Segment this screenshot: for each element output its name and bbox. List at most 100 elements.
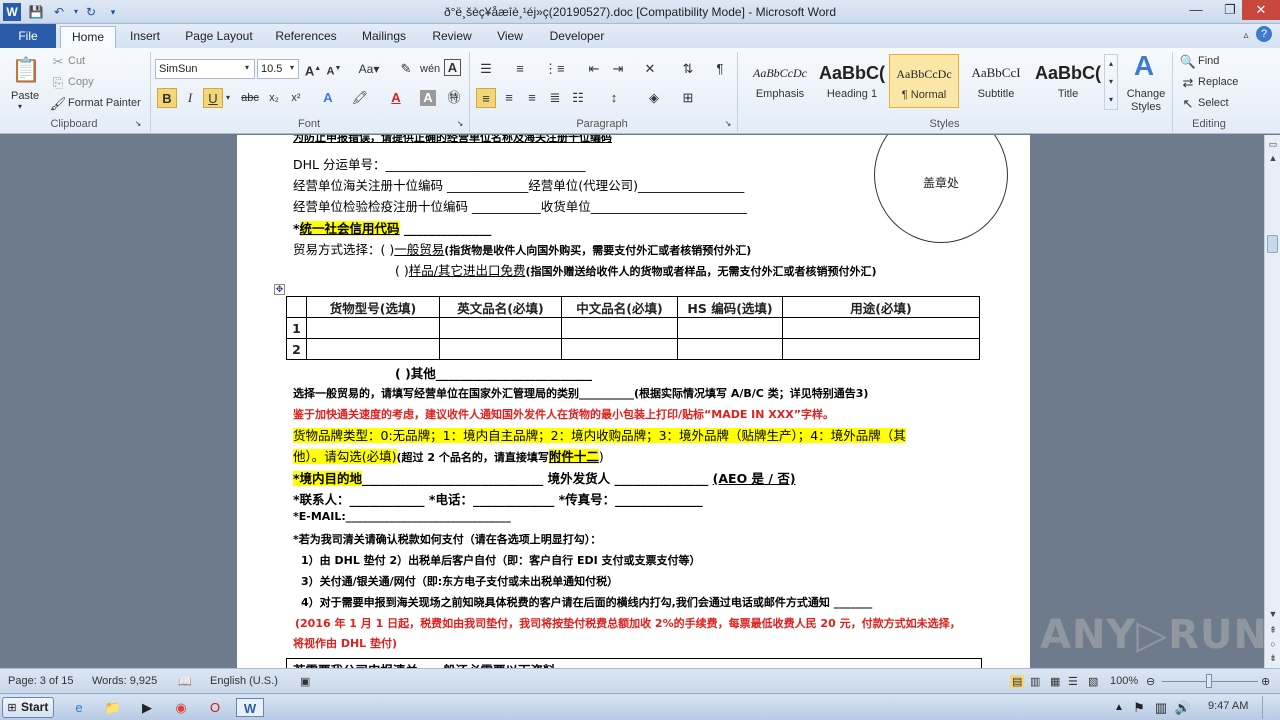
tray-expand-icon[interactable]: ▲ — [1108, 698, 1130, 717]
tab-references[interactable]: References — [270, 26, 342, 48]
table-cell[interactable] — [561, 317, 678, 339]
table-cell[interactable] — [677, 338, 783, 360]
draft-icon[interactable]: ▧ — [1088, 675, 1098, 688]
table-move-handle-icon[interactable]: ✥ — [274, 284, 285, 295]
justify-icon[interactable]: ≣ — [545, 88, 565, 108]
word-taskbar-icon[interactable]: W — [236, 698, 264, 717]
multilevel-list-icon[interactable]: ⋮≡ — [544, 59, 565, 79]
show-desktop-button[interactable] — [1262, 696, 1278, 719]
strikethrough-button[interactable]: abc — [238, 88, 262, 108]
clipboard-launcher-icon[interactable]: ↘ — [132, 118, 144, 130]
scroll-thumb[interactable] — [1267, 235, 1278, 253]
bullets-icon[interactable]: ☰ — [476, 59, 496, 79]
align-right-icon[interactable]: ≡ — [522, 88, 542, 108]
table-cell[interactable] — [782, 317, 980, 339]
word-app-icon[interactable]: W — [3, 3, 21, 21]
ruler-toggle-icon[interactable]: ▭ — [1265, 137, 1280, 151]
copy-button[interactable]: Copy — [68, 76, 94, 88]
language[interactable]: English (U.S.) — [210, 675, 278, 687]
distributed-icon[interactable]: ☷ — [568, 88, 588, 108]
tab-mailings[interactable]: Mailings — [354, 26, 414, 48]
shrink-font-icon[interactable]: A▼ — [324, 59, 344, 79]
help-icon[interactable]: ? — [1256, 26, 1272, 42]
table-cell[interactable]: 2 — [286, 338, 307, 360]
change-case-icon[interactable]: Aa▾ — [356, 59, 382, 79]
undo-icon[interactable]: ↶ — [50, 3, 68, 21]
select-button[interactable]: Select — [1198, 97, 1229, 109]
select-icon[interactable]: ↖ — [1178, 94, 1198, 114]
tab-file[interactable]: File — [0, 24, 56, 48]
style-heading-1[interactable]: AaBbC( Heading 1 — [817, 54, 887, 108]
sort-icon[interactable]: ⇅ — [678, 59, 698, 79]
italic-button[interactable]: I — [180, 88, 200, 108]
decrease-indent-icon[interactable]: ⇤ — [584, 59, 604, 79]
replace-icon[interactable]: ⇄ — [1178, 73, 1198, 93]
copy-icon[interactable]: ⎘ — [48, 73, 68, 93]
paste-icon[interactable]: 📋 — [10, 54, 42, 88]
superscript-button[interactable]: x² — [286, 88, 306, 108]
find-button[interactable]: Find — [1198, 55, 1219, 67]
bold-button[interactable]: B — [157, 88, 177, 108]
change-styles-button[interactable]: Change Styles — [1124, 88, 1168, 114]
table-cell[interactable] — [561, 338, 678, 360]
cut-icon[interactable]: ✂ — [48, 52, 68, 72]
zoom-in-icon[interactable]: ⊕ — [1261, 675, 1270, 688]
table-cell[interactable] — [439, 317, 562, 339]
format-painter-button[interactable]: Format Painter — [68, 97, 141, 109]
outline-icon[interactable]: ☰ — [1068, 675, 1078, 688]
clear-formatting-icon[interactable]: ✎ — [396, 59, 416, 79]
replace-button[interactable]: Replace — [1198, 76, 1238, 88]
network-icon[interactable]: ▥ — [1150, 698, 1172, 717]
full-screen-reading-icon[interactable]: ▥ — [1030, 675, 1040, 688]
grow-font-icon[interactable]: A▲ — [303, 59, 323, 79]
format-painter-icon[interactable]: 🖌 — [48, 94, 68, 114]
media-player-icon[interactable]: ▶ — [136, 698, 158, 717]
macro-record-icon[interactable]: ▣ — [300, 675, 310, 688]
table-cell[interactable] — [306, 338, 440, 360]
phonetic-guide-icon[interactable]: wén — [420, 59, 440, 79]
scroll-up-icon[interactable]: ▲ — [1265, 151, 1280, 165]
tab-developer[interactable]: Developer — [542, 26, 612, 48]
zoom-level[interactable]: 100% — [1110, 675, 1138, 687]
align-center-icon[interactable]: ≡ — [499, 88, 519, 108]
print-layout-icon[interactable]: ▤ — [1010, 675, 1025, 688]
enclose-characters-icon[interactable]: ㊕ — [444, 88, 464, 108]
table-cell[interactable]: 1 — [286, 317, 307, 339]
action-center-icon[interactable]: ⚑ — [1128, 698, 1150, 717]
word-count[interactable]: Words: 9,925 — [92, 675, 157, 687]
tab-insert[interactable]: Insert — [122, 26, 168, 48]
numbering-icon[interactable]: ≡ — [510, 59, 530, 79]
customize-icon[interactable]: ▾ — [104, 3, 122, 21]
zoom-slider-thumb[interactable] — [1206, 674, 1212, 688]
page-count[interactable]: Page: 3 of 15 — [8, 675, 73, 687]
paragraph-launcher-icon[interactable]: ↘ — [722, 118, 734, 130]
zoom-out-icon[interactable]: ⊖ — [1146, 675, 1155, 688]
tab-review[interactable]: Review — [426, 26, 478, 48]
character-border-icon[interactable]: A — [444, 59, 461, 76]
table-cell[interactable] — [782, 338, 980, 360]
highlight-icon[interactable]: 🖍 — [350, 88, 370, 108]
tab-view[interactable]: View — [490, 26, 530, 48]
web-layout-icon[interactable]: ▦ — [1050, 675, 1060, 688]
table-cell[interactable] — [439, 338, 562, 360]
shading-icon[interactable]: ◈ — [644, 88, 664, 108]
clock[interactable]: 9:47 AM — [1208, 700, 1248, 712]
tab-page-layout[interactable]: Page Layout — [180, 26, 258, 48]
save-icon[interactable]: 💾 — [27, 3, 45, 21]
font-size-dropdown-icon[interactable]: ▾ — [290, 63, 294, 72]
close-button[interactable]: ✕ — [1242, 0, 1280, 20]
styles-scroll-icon[interactable]: ▴ ▾ ▾ — [1104, 54, 1118, 110]
font-launcher-icon[interactable]: ↘ — [454, 118, 466, 130]
style-subtitle[interactable]: AaBbCcI Subtitle — [961, 54, 1031, 108]
find-icon[interactable]: 🔍 — [1178, 52, 1198, 72]
ribbon-minimize-icon[interactable]: ▵ — [1236, 26, 1256, 46]
text-effects-icon[interactable]: A — [318, 88, 338, 108]
character-shading-icon[interactable]: A — [420, 90, 436, 106]
explorer-icon[interactable]: 📁 — [102, 698, 124, 717]
document-page[interactable]: 为防止申报错误，请提供正确的经营单位名称及海关注册十位编码 DHL 分运单号：_… — [237, 135, 1030, 668]
volume-icon[interactable]: 🔊 — [1172, 698, 1194, 717]
font-color-icon[interactable]: A — [386, 88, 406, 108]
font-name-dropdown-icon[interactable]: ▾ — [245, 63, 249, 72]
style-title[interactable]: AaBbC( Title — [1033, 54, 1103, 108]
style-emphasis[interactable]: AaBbCcDc Emphasis — [745, 54, 815, 108]
